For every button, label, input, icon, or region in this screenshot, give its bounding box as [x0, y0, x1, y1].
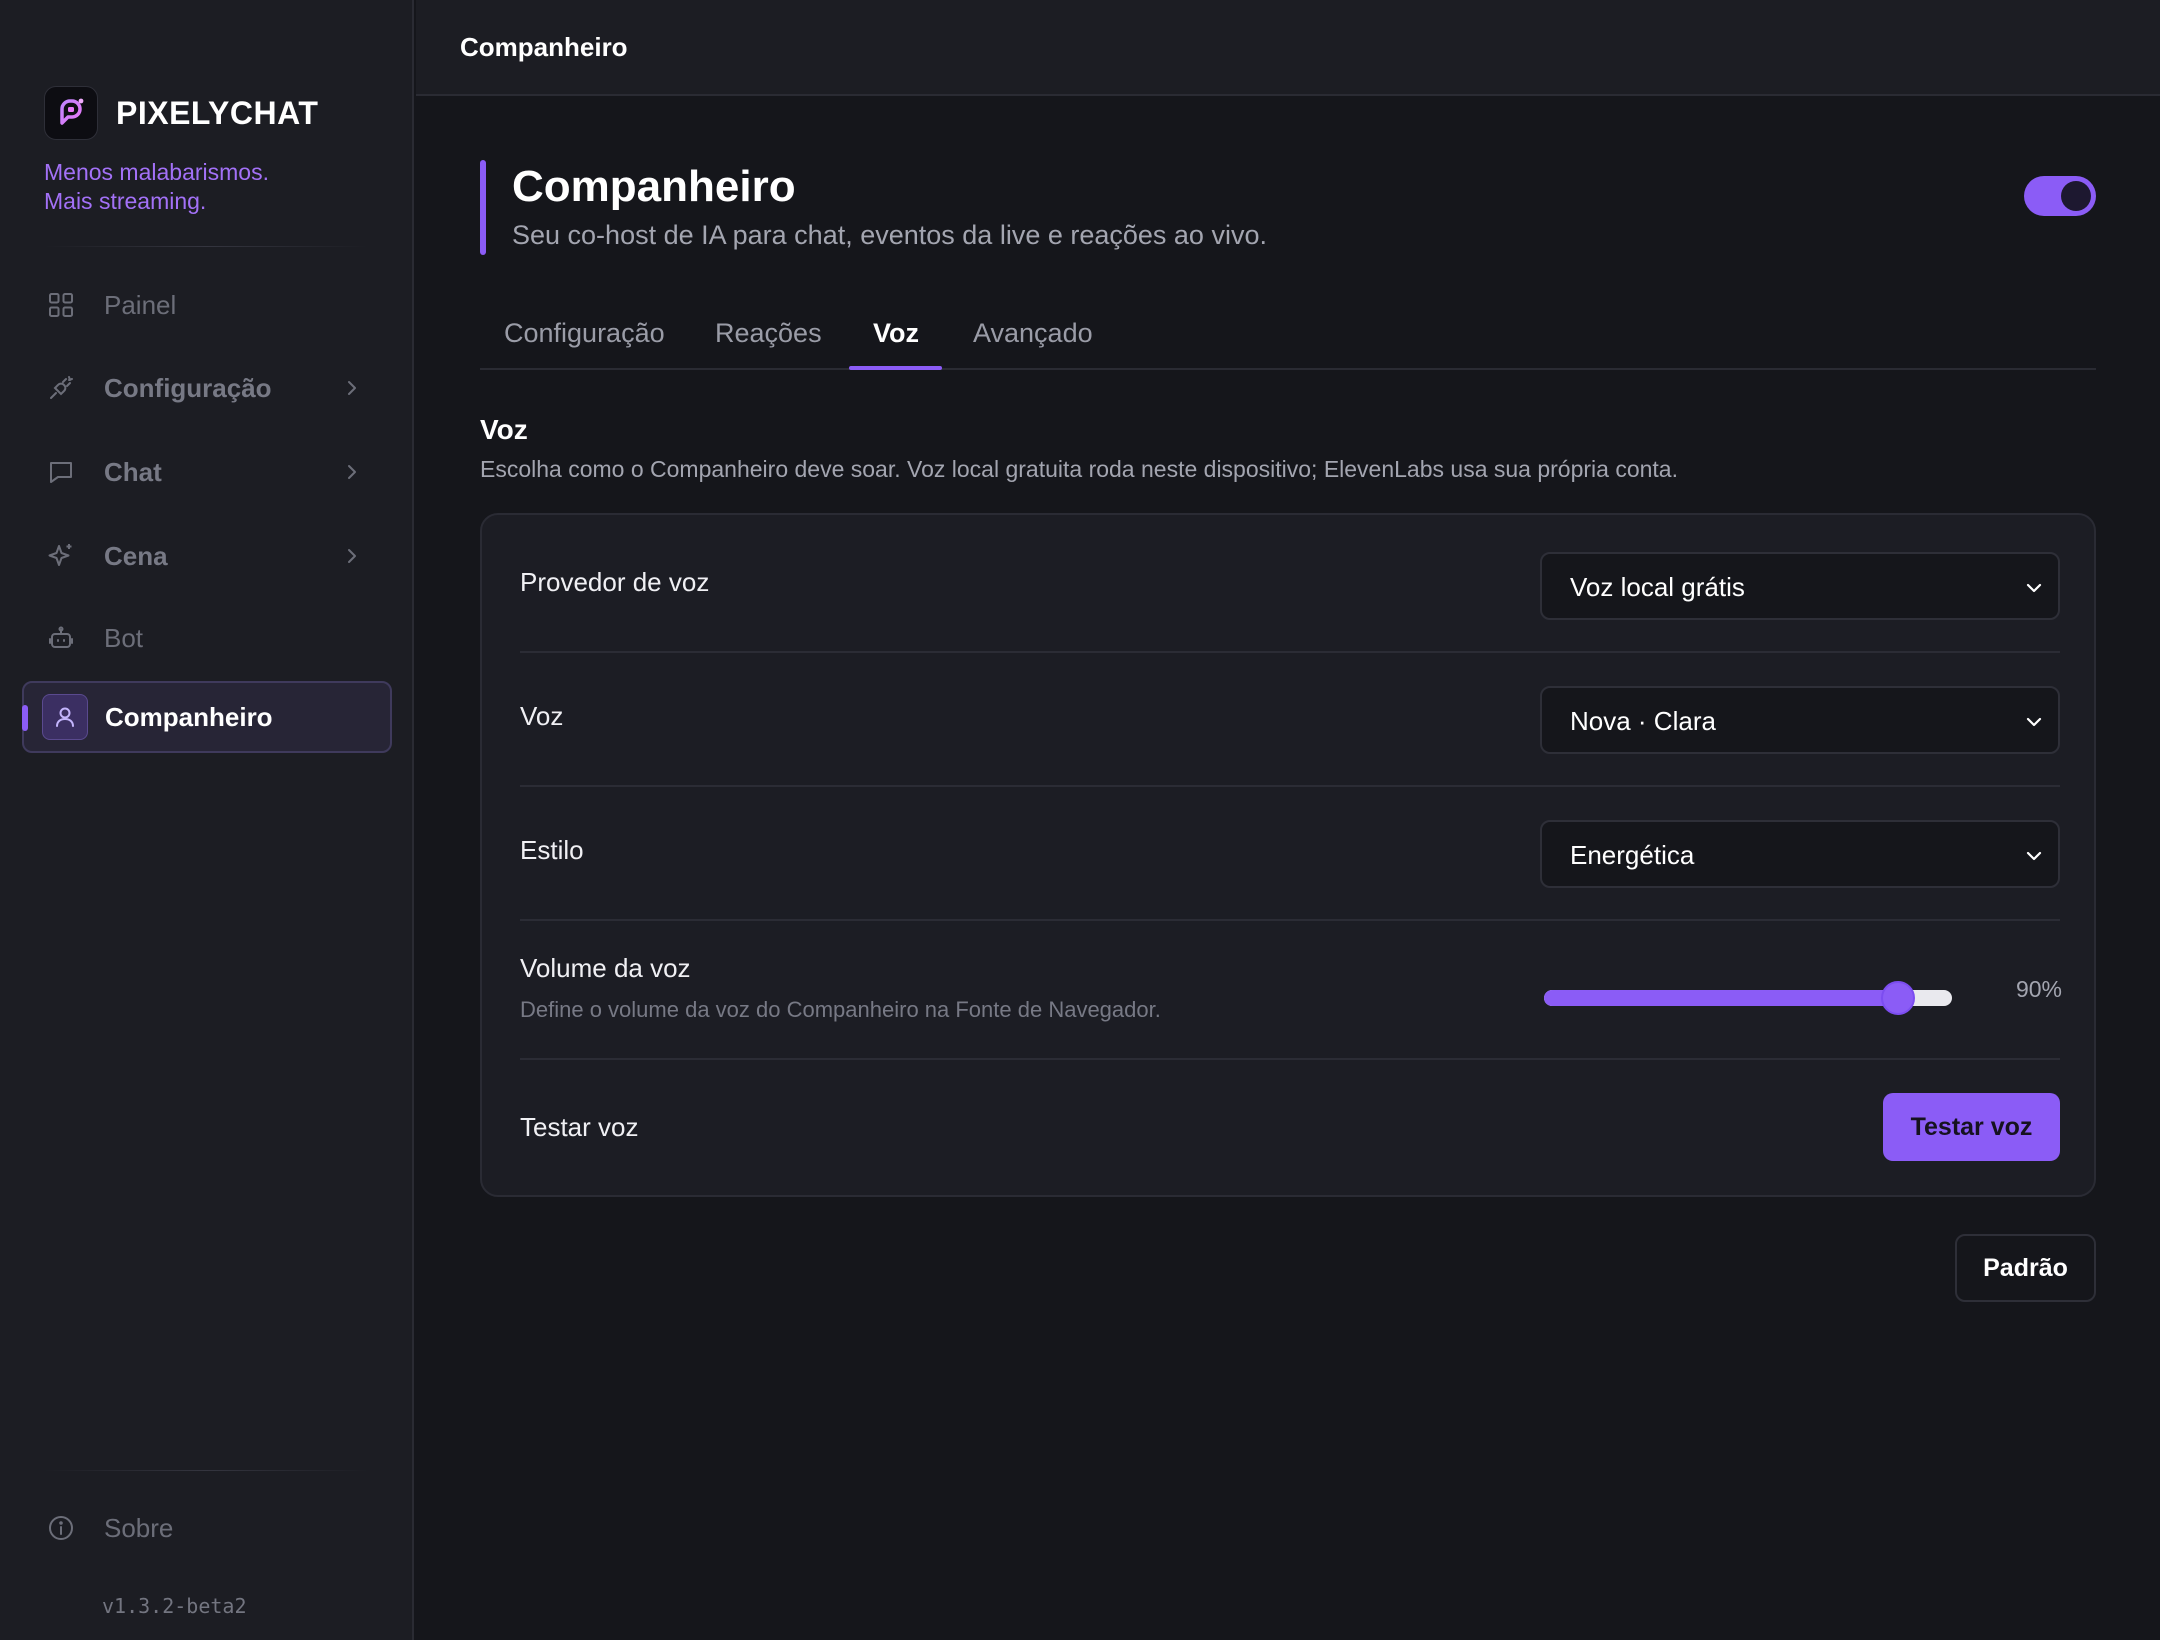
- info-icon: [46, 1513, 76, 1543]
- sidebar-item-cena[interactable]: Cena: [22, 520, 392, 592]
- tagline-line-1: Menos malabarismos.: [44, 159, 269, 185]
- top-bar-title: Companheiro: [460, 32, 628, 62]
- plug-icon: [46, 373, 76, 403]
- top-bar: Companheiro: [416, 0, 2160, 96]
- tab-reacoes[interactable]: Reações: [715, 318, 822, 349]
- header-accent-bar: [480, 160, 486, 255]
- chevron-right-icon: [348, 465, 356, 479]
- tagline-line-2: Mais streaming.: [44, 188, 207, 214]
- test-voice-label: Testar voz: [520, 1112, 639, 1142]
- brand-name: PIXELYCHAT: [116, 94, 319, 131]
- volume-slider[interactable]: [1544, 980, 1952, 1016]
- section-description: Escolha como o Companheiro deve soar. Vo…: [480, 456, 1678, 482]
- sidebar: PIXELYCHAT Menos malabarismos. Mais stre…: [0, 0, 414, 1640]
- message-icon: [46, 457, 76, 487]
- sidebar-item-sobre[interactable]: Sobre: [22, 1492, 392, 1564]
- tagline: Menos malabarismos. Mais streaming.: [44, 158, 364, 216]
- row-divider: [520, 919, 2060, 921]
- sidebar-item-companheiro[interactable]: Companheiro: [22, 681, 392, 753]
- volume-hint: Define o volume da voz do Companheiro na…: [520, 997, 1161, 1022]
- style-select-value: Energética: [1570, 840, 1695, 870]
- active-tab-indicator: [849, 366, 942, 370]
- provider-label: Provedor de voz: [520, 567, 710, 597]
- sidebar-item-label: Companheiro: [105, 701, 273, 732]
- slider-thumb[interactable]: [1880, 981, 1915, 1015]
- voice-label: Voz: [520, 701, 564, 731]
- toggle-knob: [2061, 181, 2091, 211]
- voice-settings-card: Provedor de voz Voz local grátis Voz Nov…: [480, 513, 2096, 1197]
- row-divider: [520, 785, 2060, 787]
- chevron-down-icon: [2026, 851, 2042, 861]
- sidebar-item-bot[interactable]: Bot: [22, 602, 392, 674]
- volume-value: 90%: [2015, 976, 2062, 1002]
- sidebar-item-label: Painel: [104, 289, 177, 320]
- sidebar-item-painel[interactable]: Painel: [22, 269, 392, 341]
- page-title: Companheiro: [512, 162, 796, 211]
- active-indicator: [22, 705, 28, 731]
- chevron-right-icon: [348, 549, 356, 563]
- sidebar-item-label: Sobre: [104, 1512, 174, 1543]
- tab-avancado[interactable]: Avançado: [973, 318, 1093, 349]
- page-subtitle: Seu co-host de IA para chat, eventos da …: [512, 220, 1267, 250]
- sidebar-item-label: Configuração: [104, 372, 272, 403]
- tab-voz[interactable]: Voz: [873, 318, 919, 349]
- tab-configuracao[interactable]: Configuração: [504, 318, 665, 349]
- row-divider: [520, 1058, 2060, 1060]
- app-window: PIXELYCHAT Menos malabarismos. Mais stre…: [0, 0, 2160, 1640]
- robot-icon: [46, 623, 76, 653]
- slider-fill: [1544, 990, 1898, 1006]
- sparkles-icon: [46, 541, 76, 571]
- style-select[interactable]: Energética: [1540, 820, 2060, 888]
- app-version: v1.3.2-beta2: [102, 1594, 247, 1618]
- chevron-down-icon: [2026, 717, 2042, 727]
- sidebar-item-label: Chat: [104, 456, 162, 487]
- provider-select-value: Voz local grátis: [1570, 572, 1745, 602]
- sidebar-divider: [44, 246, 368, 247]
- row-divider: [520, 651, 2060, 653]
- pixelychat-logo-icon: [44, 86, 98, 140]
- user-icon: [42, 694, 88, 740]
- style-label: Estilo: [520, 835, 584, 865]
- tab-bar: Configuração Reações Voz Avançado: [480, 306, 2096, 370]
- provider-select[interactable]: Voz local grátis: [1540, 552, 2060, 620]
- voice-select-value: Nova · Clara: [1570, 706, 1716, 736]
- volume-label: Volume da voz: [520, 953, 691, 983]
- sidebar-divider: [44, 1470, 368, 1471]
- test-voice-button[interactable]: Testar voz: [1883, 1093, 2060, 1161]
- chevron-right-icon: [348, 381, 356, 395]
- sidebar-item-label: Bot: [104, 622, 144, 653]
- section-title: Voz: [480, 414, 528, 445]
- sidebar-item-chat[interactable]: Chat: [22, 436, 392, 508]
- chevron-down-icon: [2026, 583, 2042, 593]
- grid-icon: [46, 290, 76, 320]
- reset-defaults-button[interactable]: Padrão: [1955, 1234, 2096, 1302]
- companion-enabled-toggle[interactable]: [2024, 176, 2096, 216]
- sidebar-item-label: Cena: [104, 540, 168, 571]
- voice-select[interactable]: Nova · Clara: [1540, 686, 2060, 754]
- brand[interactable]: PIXELYCHAT: [44, 86, 318, 140]
- sidebar-item-configuracao[interactable]: Configuração: [22, 352, 392, 424]
